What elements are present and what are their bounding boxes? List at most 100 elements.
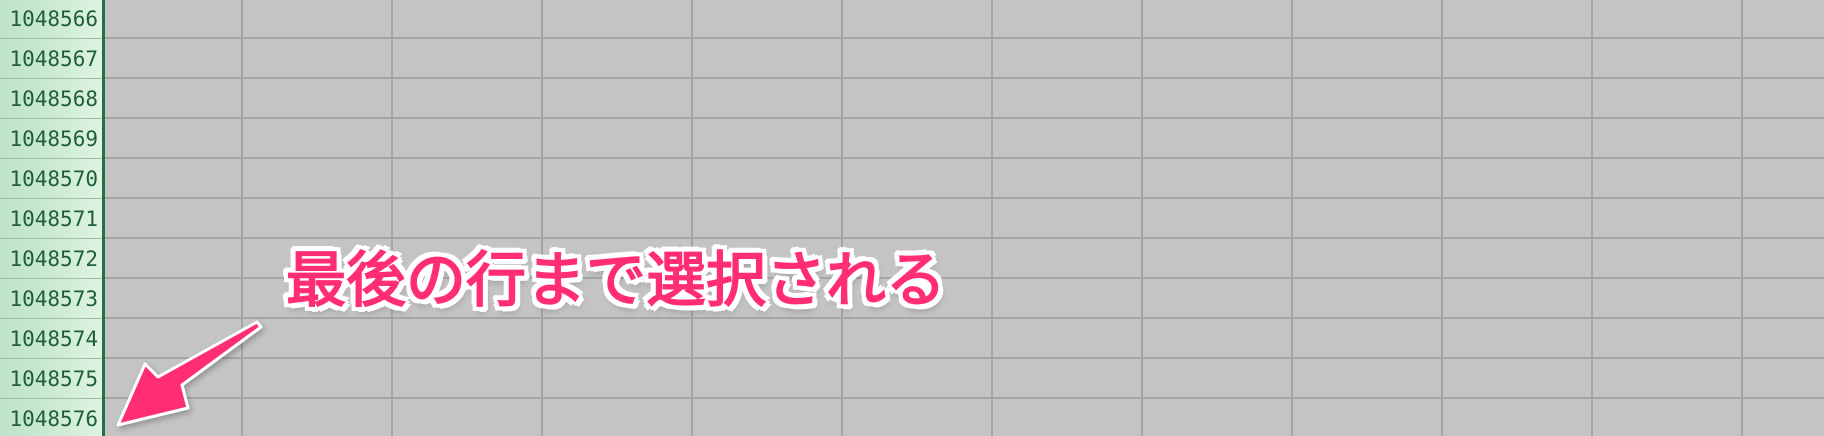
cell[interactable]: [243, 319, 393, 359]
cell[interactable]: [1293, 399, 1443, 436]
cell[interactable]: [693, 399, 843, 436]
cell[interactable]: [1593, 279, 1743, 319]
cell[interactable]: [105, 39, 243, 79]
cell[interactable]: [105, 399, 243, 436]
cell[interactable]: [1293, 279, 1443, 319]
cell[interactable]: [1143, 399, 1293, 436]
cell[interactable]: [1593, 0, 1743, 39]
cell[interactable]: [1593, 39, 1743, 79]
cell[interactable]: [1743, 39, 1824, 79]
cell[interactable]: [105, 239, 243, 279]
row-header-1048575[interactable]: 1048575: [0, 359, 102, 399]
cell[interactable]: [1293, 159, 1443, 199]
cell[interactable]: [105, 119, 243, 159]
cell[interactable]: [243, 359, 393, 399]
cell[interactable]: [393, 0, 543, 39]
cell[interactable]: [993, 39, 1143, 79]
cell[interactable]: [1593, 119, 1743, 159]
row-header-1048570[interactable]: 1048570: [0, 159, 102, 199]
cell[interactable]: [843, 79, 993, 119]
cell[interactable]: [1143, 279, 1293, 319]
cell[interactable]: [1293, 239, 1443, 279]
cell[interactable]: [1743, 199, 1824, 239]
row-header-1048573[interactable]: 1048573: [0, 279, 102, 319]
cell[interactable]: [1443, 279, 1593, 319]
cell[interactable]: [843, 39, 993, 79]
row-header-1048574[interactable]: 1048574: [0, 319, 102, 359]
cell[interactable]: [843, 319, 993, 359]
cell[interactable]: [993, 119, 1143, 159]
cell[interactable]: [1593, 159, 1743, 199]
cell[interactable]: [1743, 0, 1824, 39]
row-header-1048568[interactable]: 1048568: [0, 79, 102, 119]
row-header-1048567[interactable]: 1048567: [0, 39, 102, 79]
cell[interactable]: [1593, 239, 1743, 279]
cell[interactable]: [993, 79, 1143, 119]
row-header-1048576[interactable]: 1048576: [0, 399, 102, 436]
cell[interactable]: [243, 0, 393, 39]
cell[interactable]: [693, 0, 843, 39]
cell[interactable]: [543, 399, 693, 436]
cell[interactable]: [1293, 79, 1443, 119]
cell[interactable]: [393, 359, 543, 399]
cell[interactable]: [1593, 399, 1743, 436]
cell[interactable]: [1293, 199, 1443, 239]
cell[interactable]: [693, 119, 843, 159]
cell[interactable]: [993, 319, 1143, 359]
cell[interactable]: [1143, 79, 1293, 119]
cell[interactable]: [843, 359, 993, 399]
cell[interactable]: [1743, 399, 1824, 436]
cell[interactable]: [243, 39, 393, 79]
cell[interactable]: [1443, 399, 1593, 436]
cell[interactable]: [543, 319, 693, 359]
cell[interactable]: [1143, 159, 1293, 199]
cell[interactable]: [105, 0, 243, 39]
cell[interactable]: [993, 159, 1143, 199]
cell[interactable]: [1293, 39, 1443, 79]
cell[interactable]: [1743, 359, 1824, 399]
cell[interactable]: [1743, 159, 1824, 199]
cell[interactable]: [243, 119, 393, 159]
cell[interactable]: [543, 359, 693, 399]
cell[interactable]: [1443, 359, 1593, 399]
cell[interactable]: [693, 359, 843, 399]
cell[interactable]: [1593, 199, 1743, 239]
row-header-1048571[interactable]: 1048571: [0, 199, 102, 239]
row-header-1048572[interactable]: 1048572: [0, 239, 102, 279]
cell[interactable]: [393, 399, 543, 436]
cell[interactable]: [393, 119, 543, 159]
cell[interactable]: [843, 0, 993, 39]
cell[interactable]: [105, 319, 243, 359]
cell[interactable]: [243, 399, 393, 436]
cell[interactable]: [993, 0, 1143, 39]
cell[interactable]: [993, 199, 1143, 239]
cell[interactable]: [105, 79, 243, 119]
cell[interactable]: [1743, 79, 1824, 119]
cell[interactable]: [1143, 119, 1293, 159]
cell[interactable]: [543, 159, 693, 199]
cell[interactable]: [543, 0, 693, 39]
cell[interactable]: [1443, 159, 1593, 199]
cell[interactable]: [993, 399, 1143, 436]
cell[interactable]: [1143, 239, 1293, 279]
cell[interactable]: [1443, 39, 1593, 79]
cell[interactable]: [543, 79, 693, 119]
row-header-1048566[interactable]: 1048566: [0, 0, 102, 39]
cell[interactable]: [1143, 39, 1293, 79]
cell[interactable]: [993, 239, 1143, 279]
cell[interactable]: [1443, 79, 1593, 119]
cell[interactable]: [1443, 0, 1593, 39]
cell[interactable]: [693, 79, 843, 119]
cell[interactable]: [393, 79, 543, 119]
cell[interactable]: [1293, 0, 1443, 39]
cell[interactable]: [693, 39, 843, 79]
cell[interactable]: [1293, 319, 1443, 359]
cell[interactable]: [1143, 319, 1293, 359]
cell[interactable]: [1743, 319, 1824, 359]
cell[interactable]: [1743, 239, 1824, 279]
cell[interactable]: [1743, 119, 1824, 159]
cell[interactable]: [1443, 119, 1593, 159]
cell[interactable]: [1443, 239, 1593, 279]
cell[interactable]: [393, 319, 543, 359]
cell[interactable]: [393, 39, 543, 79]
